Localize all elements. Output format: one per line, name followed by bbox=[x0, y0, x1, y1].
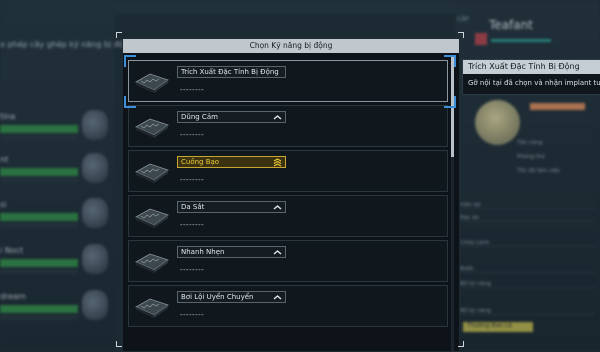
sub-bar bbox=[0, 135, 78, 140]
implant-chip-icon bbox=[135, 118, 169, 138]
stat-attack: Tấn công bbox=[517, 140, 543, 146]
skill-name: Nhanh Nhẹn bbox=[177, 246, 286, 258]
chevron-up-icon bbox=[273, 205, 282, 210]
pal-row[interactable]: tina bbox=[0, 110, 110, 140]
info-line: Chữa Lành bbox=[460, 240, 595, 247]
skill-name: Trích Xuất Đặc Tính Bị Động bbox=[177, 66, 286, 78]
pal-portrait bbox=[82, 153, 108, 183]
skill-list[interactable]: Trích Xuất Đặc Tính Bị Động -------- Dũn… bbox=[128, 57, 448, 351]
passive-skill-dialog: Chọn Kỹ năng bị động Trích Xuất Đặc Tính… bbox=[122, 38, 460, 352]
skill-name: Dũng Cảm bbox=[177, 111, 286, 123]
health-bar bbox=[0, 168, 78, 176]
focus-bracket bbox=[124, 55, 136, 67]
focus-bracket bbox=[444, 96, 456, 108]
pal-portrait bbox=[475, 100, 520, 145]
skill-description: -------- bbox=[180, 131, 205, 139]
skill-slot[interactable]: Bơi Lội Uyển Chuyển -------- bbox=[128, 285, 448, 327]
skill-slot[interactable]: Da Sắt -------- bbox=[128, 195, 448, 237]
frame-corner bbox=[116, 32, 122, 38]
skill-name: Cuồng Bạo bbox=[177, 156, 286, 168]
info-line: Bước bbox=[460, 266, 595, 273]
health-bar bbox=[0, 305, 78, 313]
sub-bar bbox=[0, 223, 78, 228]
skill-description: -------- bbox=[180, 311, 205, 319]
chevron-up-icon bbox=[273, 250, 282, 255]
chevron-up-icon bbox=[273, 295, 282, 300]
sub-bar bbox=[0, 269, 78, 274]
pal-list-panel: o phép cây ghép kỹ năng bị động tina nt … bbox=[0, 0, 134, 350]
implant-chip-icon bbox=[135, 253, 169, 273]
info-line: Bổ kỹ năng bbox=[460, 281, 595, 288]
pal-row[interactable]: nt bbox=[0, 153, 110, 183]
focus-bracket bbox=[124, 96, 136, 108]
pal-row[interactable]: i Noct bbox=[0, 244, 110, 274]
info-line: Đặc ân bbox=[460, 215, 595, 222]
health-bar bbox=[0, 259, 78, 267]
focus-bracket bbox=[444, 55, 456, 67]
implant-chip-icon bbox=[135, 163, 169, 183]
pal-portrait bbox=[82, 244, 108, 274]
tooltip-title: Trích Xuất Đặc Tính Bị Động bbox=[463, 60, 600, 74]
hint-text: o phép cây ghép kỹ năng bị động bbox=[0, 40, 134, 49]
implant-chip-icon bbox=[135, 208, 169, 228]
skill-description: -------- bbox=[180, 86, 205, 94]
implant-chip-icon bbox=[135, 73, 169, 93]
element-icon bbox=[475, 33, 487, 45]
skill-tooltip: Trích Xuất Đặc Tính Bị Động Gỡ nội tại đ… bbox=[462, 59, 600, 95]
triple-chevron-icon bbox=[273, 158, 282, 167]
sub-bar bbox=[0, 315, 78, 320]
pal-portrait bbox=[82, 110, 108, 140]
pal-portrait bbox=[82, 198, 108, 228]
info-line: hiện tại bbox=[460, 202, 595, 209]
sub-bar bbox=[0, 178, 78, 183]
tooltip-description: Gỡ nội tại đã chọn và nhận implant tương bbox=[468, 79, 600, 87]
skill-description: -------- bbox=[180, 266, 205, 274]
info-line: Bổ kỹ năng bbox=[460, 308, 595, 315]
health-bar bbox=[0, 125, 78, 133]
skill-description: -------- bbox=[180, 221, 205, 229]
chevron-up-icon bbox=[273, 115, 282, 120]
implant-chip-icon bbox=[135, 298, 169, 318]
pal-portrait bbox=[82, 290, 108, 320]
level-bar bbox=[530, 103, 585, 110]
frame-corner bbox=[458, 32, 464, 38]
skill-button[interactable]: Thương Bao Lá bbox=[463, 322, 533, 332]
pal-name-heading: Teafant bbox=[489, 18, 533, 32]
pal-detail-panel: CẤP Teafant Tấn công Phòng thủ Tốc độ là… bbox=[455, 0, 600, 350]
xp-bar bbox=[491, 39, 551, 42]
pal-row[interactable]: si bbox=[0, 198, 110, 228]
frame-corner bbox=[116, 341, 122, 347]
skill-slot[interactable]: Nhanh Nhẹn -------- bbox=[128, 240, 448, 282]
skill-slot[interactable]: Dũng Cảm -------- bbox=[128, 105, 448, 147]
level-caption: CẤP bbox=[457, 16, 469, 23]
dialog-title: Chọn Kỹ năng bị động bbox=[249, 41, 333, 50]
stat-defense: Phòng thủ bbox=[517, 154, 546, 160]
skill-description: -------- bbox=[180, 176, 205, 184]
skill-name: Bơi Lội Uyển Chuyển bbox=[177, 291, 286, 303]
pal-row[interactable]: dream bbox=[0, 290, 110, 320]
skill-name: Da Sắt bbox=[177, 201, 286, 213]
health-bar bbox=[0, 213, 78, 221]
skill-slot[interactable]: Cuồng Bạo -------- bbox=[128, 150, 448, 192]
skill-slot[interactable]: Trích Xuất Đặc Tính Bị Động -------- bbox=[128, 60, 448, 102]
frame-corner bbox=[458, 341, 464, 347]
top-bar bbox=[115, 0, 455, 14]
stat-work-speed: Tốc độ làm việc bbox=[517, 168, 561, 174]
